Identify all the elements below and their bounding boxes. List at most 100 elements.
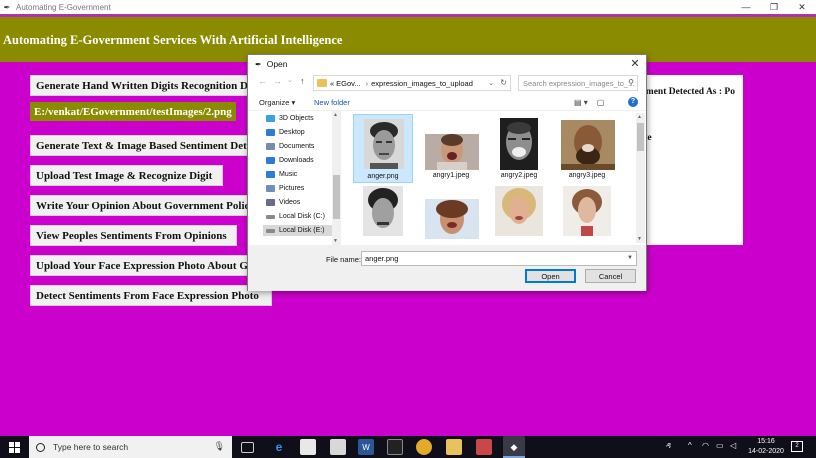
nav-item-label: 3D Objects xyxy=(279,115,314,122)
address-bar[interactable]: « EGov... › expression_images_to_upload … xyxy=(313,75,511,91)
face-thumbnail-image xyxy=(561,120,615,170)
nav-item-music[interactable]: Music xyxy=(266,171,297,178)
breadcrumb-current-folder[interactable]: expression_images_to_upload xyxy=(371,79,473,88)
new-folder-button[interactable]: New folder xyxy=(314,98,350,107)
recent-locations-icon[interactable]: ⌄ xyxy=(287,76,293,84)
file-list-pane: anger.png angry1.jpeg angry2.jpeg angry3… xyxy=(348,113,636,243)
cancel-button[interactable]: Cancel xyxy=(585,269,636,283)
search-input[interactable]: Search expression_images_to_... ⚲ xyxy=(518,75,638,91)
windows-start-icon[interactable] xyxy=(9,442,20,453)
face-thumbnail-image xyxy=(363,186,403,236)
nav-item-label: Videos xyxy=(279,199,301,206)
volume-icon[interactable]: ◁ xyxy=(730,441,736,450)
app-title: Automating E-Government Services With Ar… xyxy=(3,33,343,47)
file-item-angry2[interactable]: angry2.jpeg xyxy=(489,114,549,183)
face-thumbnail-image xyxy=(425,134,479,170)
back-arrow-icon[interactable]: ← xyxy=(258,76,267,86)
store-icon[interactable] xyxy=(300,439,316,455)
3d-objects-icon xyxy=(266,115,275,122)
edge-browser-icon[interactable]: e xyxy=(271,439,287,455)
help-icon[interactable]: ? xyxy=(628,97,638,107)
generate-sentiment-model-button[interactable]: Generate Text & Image Based Sentiment De… xyxy=(30,135,248,156)
nav-item-label: Downloads xyxy=(279,157,314,164)
face-photo xyxy=(425,199,479,239)
dialog-close-button[interactable]: ✕ xyxy=(629,57,641,70)
refresh-icon[interactable]: ↻ xyxy=(500,78,507,87)
upload-test-image-button[interactable]: Upload Test Image & Recognize Digit xyxy=(30,165,223,186)
close-button[interactable]: ✕ xyxy=(788,0,816,14)
file-item[interactable] xyxy=(489,185,549,243)
scrollbar-thumb[interactable] xyxy=(333,175,340,219)
chrome-icon[interactable] xyxy=(416,439,432,455)
maximize-button[interactable]: ❐ xyxy=(760,0,788,14)
file-item[interactable] xyxy=(353,185,413,243)
cortana-icon xyxy=(36,442,45,452)
task-view-icon[interactable] xyxy=(241,442,254,453)
taskbar: Type here to search 🎙 e W ◆ ዳ ^ ◠ ▭ ◁ 15… xyxy=(0,436,816,458)
detect-face-sentiment-button[interactable]: Detect Sentiments From Face Expression P… xyxy=(30,285,272,306)
breadcrumb-egov[interactable]: EGov... xyxy=(336,79,360,88)
minimize-button[interactable]: — xyxy=(732,0,760,14)
nav-item-local-disk-c[interactable]: Local Disk (C:) xyxy=(266,213,325,220)
clock-time: 15:16 xyxy=(757,438,775,445)
nav-item-documents[interactable]: Documents xyxy=(266,143,314,150)
up-arrow-icon[interactable]: ↑ xyxy=(300,76,305,86)
scroll-up-icon[interactable]: ▲ xyxy=(637,114,642,120)
view-options-icon[interactable]: ▤ ▾ ▢ xyxy=(574,98,604,107)
nav-item-label: Pictures xyxy=(279,185,305,192)
nav-item-label: Local Disk (E:) xyxy=(279,227,325,234)
organize-menu[interactable]: Organize ▾ xyxy=(259,98,295,107)
nav-item-3d-objects[interactable]: 3D Objects xyxy=(266,115,314,122)
scroll-down-icon[interactable]: ▼ xyxy=(333,238,338,244)
file-item-angry3[interactable]: angry3.jpeg xyxy=(557,114,617,183)
chevron-up-icon[interactable]: ^ xyxy=(688,441,692,450)
forward-arrow-icon[interactable]: → xyxy=(273,76,282,86)
breadcrumb-prefix[interactable]: « xyxy=(330,79,334,88)
people-icon[interactable]: ዳ xyxy=(666,441,671,451)
system-clock[interactable]: 15:16 14-02-2020 xyxy=(746,437,786,457)
nav-item-label: Local Disk (C:) xyxy=(279,213,325,220)
generate-digits-model-button[interactable]: Generate Hand Written Digits Recognition… xyxy=(30,75,248,96)
face-thumbnail-image xyxy=(425,199,479,239)
scroll-up-icon[interactable]: ▲ xyxy=(333,112,338,118)
mail-icon[interactable] xyxy=(330,439,346,455)
taskbar-search-box[interactable]: Type here to search 🎙 xyxy=(29,436,232,458)
clock-date: 14-02-2020 xyxy=(748,448,784,455)
open-button[interactable]: Open xyxy=(525,269,576,283)
file-item[interactable] xyxy=(557,185,617,243)
write-opinion-button[interactable]: Write Your Opinion About Government Poli… xyxy=(30,195,248,216)
upload-face-expression-button[interactable]: Upload Your Face Expression Photo About … xyxy=(30,255,248,276)
file-explorer-icon[interactable] xyxy=(446,439,462,455)
nav-item-local-disk-e[interactable]: Local Disk (E:) xyxy=(263,225,333,236)
battery-icon[interactable]: ▭ xyxy=(716,441,724,450)
python-icon[interactable]: ◆ xyxy=(503,436,525,458)
nav-item-downloads[interactable]: Downloads xyxy=(266,157,314,164)
local-disk-icon xyxy=(266,214,275,219)
scroll-down-icon[interactable]: ▼ xyxy=(637,236,642,242)
chevron-down-icon[interactable]: ⌄ xyxy=(488,79,494,87)
app-icon[interactable] xyxy=(476,439,492,455)
file-item-angry1[interactable]: angry1.jpeg xyxy=(421,114,481,183)
file-name-value: anger.png xyxy=(365,254,399,263)
nav-item-pictures[interactable]: Pictures xyxy=(266,185,304,192)
microphone-icon[interactable]: 🎙 xyxy=(214,441,225,452)
notification-icon[interactable]: 2 xyxy=(791,441,803,452)
face-thumbnail-image xyxy=(364,119,404,169)
view-sentiments-button[interactable]: View Peoples Sentiments From Opinions xyxy=(30,225,237,246)
feather-app-icon: ✒ xyxy=(3,2,11,12)
nav-item-videos[interactable]: Videos xyxy=(266,199,300,206)
file-list-scrollbar[interactable]: ▲ ▼ xyxy=(636,113,645,243)
nav-item-desktop[interactable]: Desktop xyxy=(266,129,305,136)
terminal-icon[interactable] xyxy=(387,439,403,455)
network-icon[interactable]: ◠ xyxy=(702,441,709,450)
pictures-icon xyxy=(266,185,275,192)
word-icon[interactable]: W xyxy=(358,439,374,455)
face-photo xyxy=(500,118,538,170)
chevron-down-icon[interactable]: ▼ xyxy=(627,255,633,261)
file-item-anger[interactable]: anger.png xyxy=(353,114,413,183)
file-item[interactable] xyxy=(421,185,481,243)
nav-item-label: Desktop xyxy=(279,129,305,136)
file-name-input[interactable]: anger.png ▼ xyxy=(361,251,637,266)
navigation-scrollbar[interactable]: ▲ ▼ xyxy=(332,111,341,245)
scrollbar-thumb[interactable] xyxy=(637,123,644,151)
